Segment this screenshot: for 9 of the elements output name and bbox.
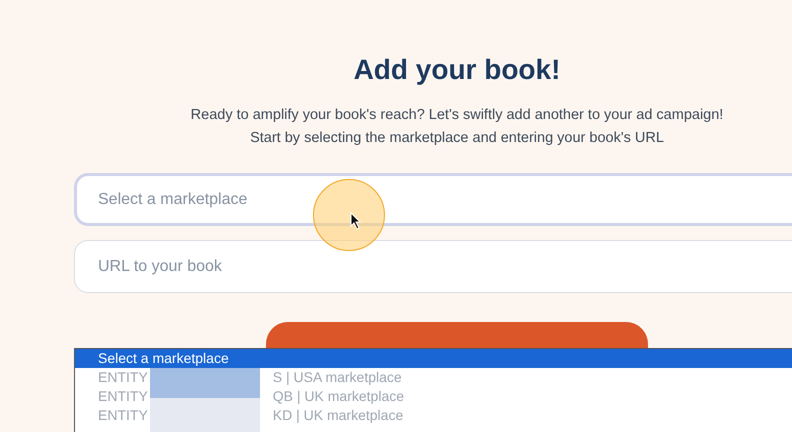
subtitle-text: Ready to amplify your book's reach? Let's swiftly add another to your ad campaign! <box>190 106 724 125</box>
dropdown-option[interactable]: ENTITY S | USA marketplace <box>75 368 792 387</box>
dropdown-option[interactable]: ENTITY KD | UK marketplace <box>75 406 792 425</box>
dropdown-option[interactable]: Select a marketplace <box>75 349 792 368</box>
input-field[interactable]: Select a marketplace <box>74 173 792 226</box>
subtitle-text: Start by selecting the marketplace and entering your book's URL <box>250 129 664 148</box>
input-field[interactable]: URL to your book <box>74 240 792 293</box>
page-heading: Add your book! <box>354 53 560 87</box>
dropdown-option[interactable]: ENTITY QB | UK marketplace <box>75 387 792 406</box>
